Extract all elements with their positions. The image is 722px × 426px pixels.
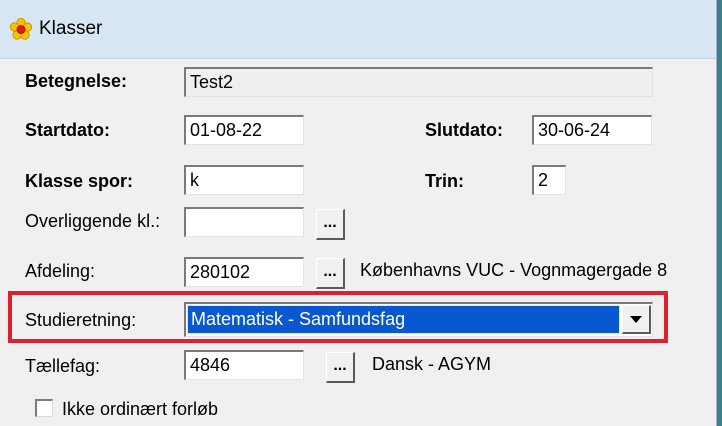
overliggende-label: Overliggende kl.:: [25, 211, 161, 231]
overliggende-browse-button[interactable]: ...: [316, 209, 345, 240]
startdato-field[interactable]: 01-08-22: [184, 115, 304, 145]
trin-label: Trin:: [425, 171, 464, 191]
flower-icon: [10, 18, 32, 40]
window-title: Klasser: [39, 18, 103, 39]
klasse-spor-field[interactable]: k: [184, 165, 304, 195]
klasse-spor-label: Klasse spor:: [25, 171, 134, 191]
betegnelse-field[interactable]: Test2: [184, 67, 653, 97]
afdeling-description: Københavns VUC - Vognmagergade 8: [360, 260, 668, 280]
klasser-window: Klasser Betegnelse: Test2 Startdato: 01-…: [0, 0, 717, 426]
ikke-ordinaert-checkbox[interactable]: [35, 399, 53, 417]
overliggende-field[interactable]: [184, 207, 304, 237]
afdeling-label: Afdeling:: [25, 261, 96, 281]
form-area: Betegnelse: Test2 Startdato: 01-08-22 Sl…: [0, 59, 716, 426]
slutdato-label: Slutdato:: [425, 120, 503, 140]
title-bar[interactable]: Klasser: [0, 0, 716, 59]
red-highlight-box: [8, 291, 668, 343]
taellefag-field[interactable]: 4846: [184, 350, 304, 380]
taellefag-browse-button[interactable]: ...: [326, 352, 355, 383]
ikke-ordinaert-label: Ikke ordinært forløb: [62, 399, 219, 419]
taellefag-label: Tællefag:: [25, 356, 101, 376]
taellefag-description: Dansk - AGYM: [372, 354, 492, 374]
trin-field[interactable]: 2: [532, 165, 566, 195]
afdeling-browse-button[interactable]: ...: [316, 258, 345, 289]
afdeling-field[interactable]: 280102: [184, 257, 304, 287]
betegnelse-label: Betegnelse:: [25, 71, 128, 91]
slutdato-field[interactable]: 30-06-24: [532, 115, 652, 145]
startdato-label: Startdato:: [25, 120, 110, 140]
